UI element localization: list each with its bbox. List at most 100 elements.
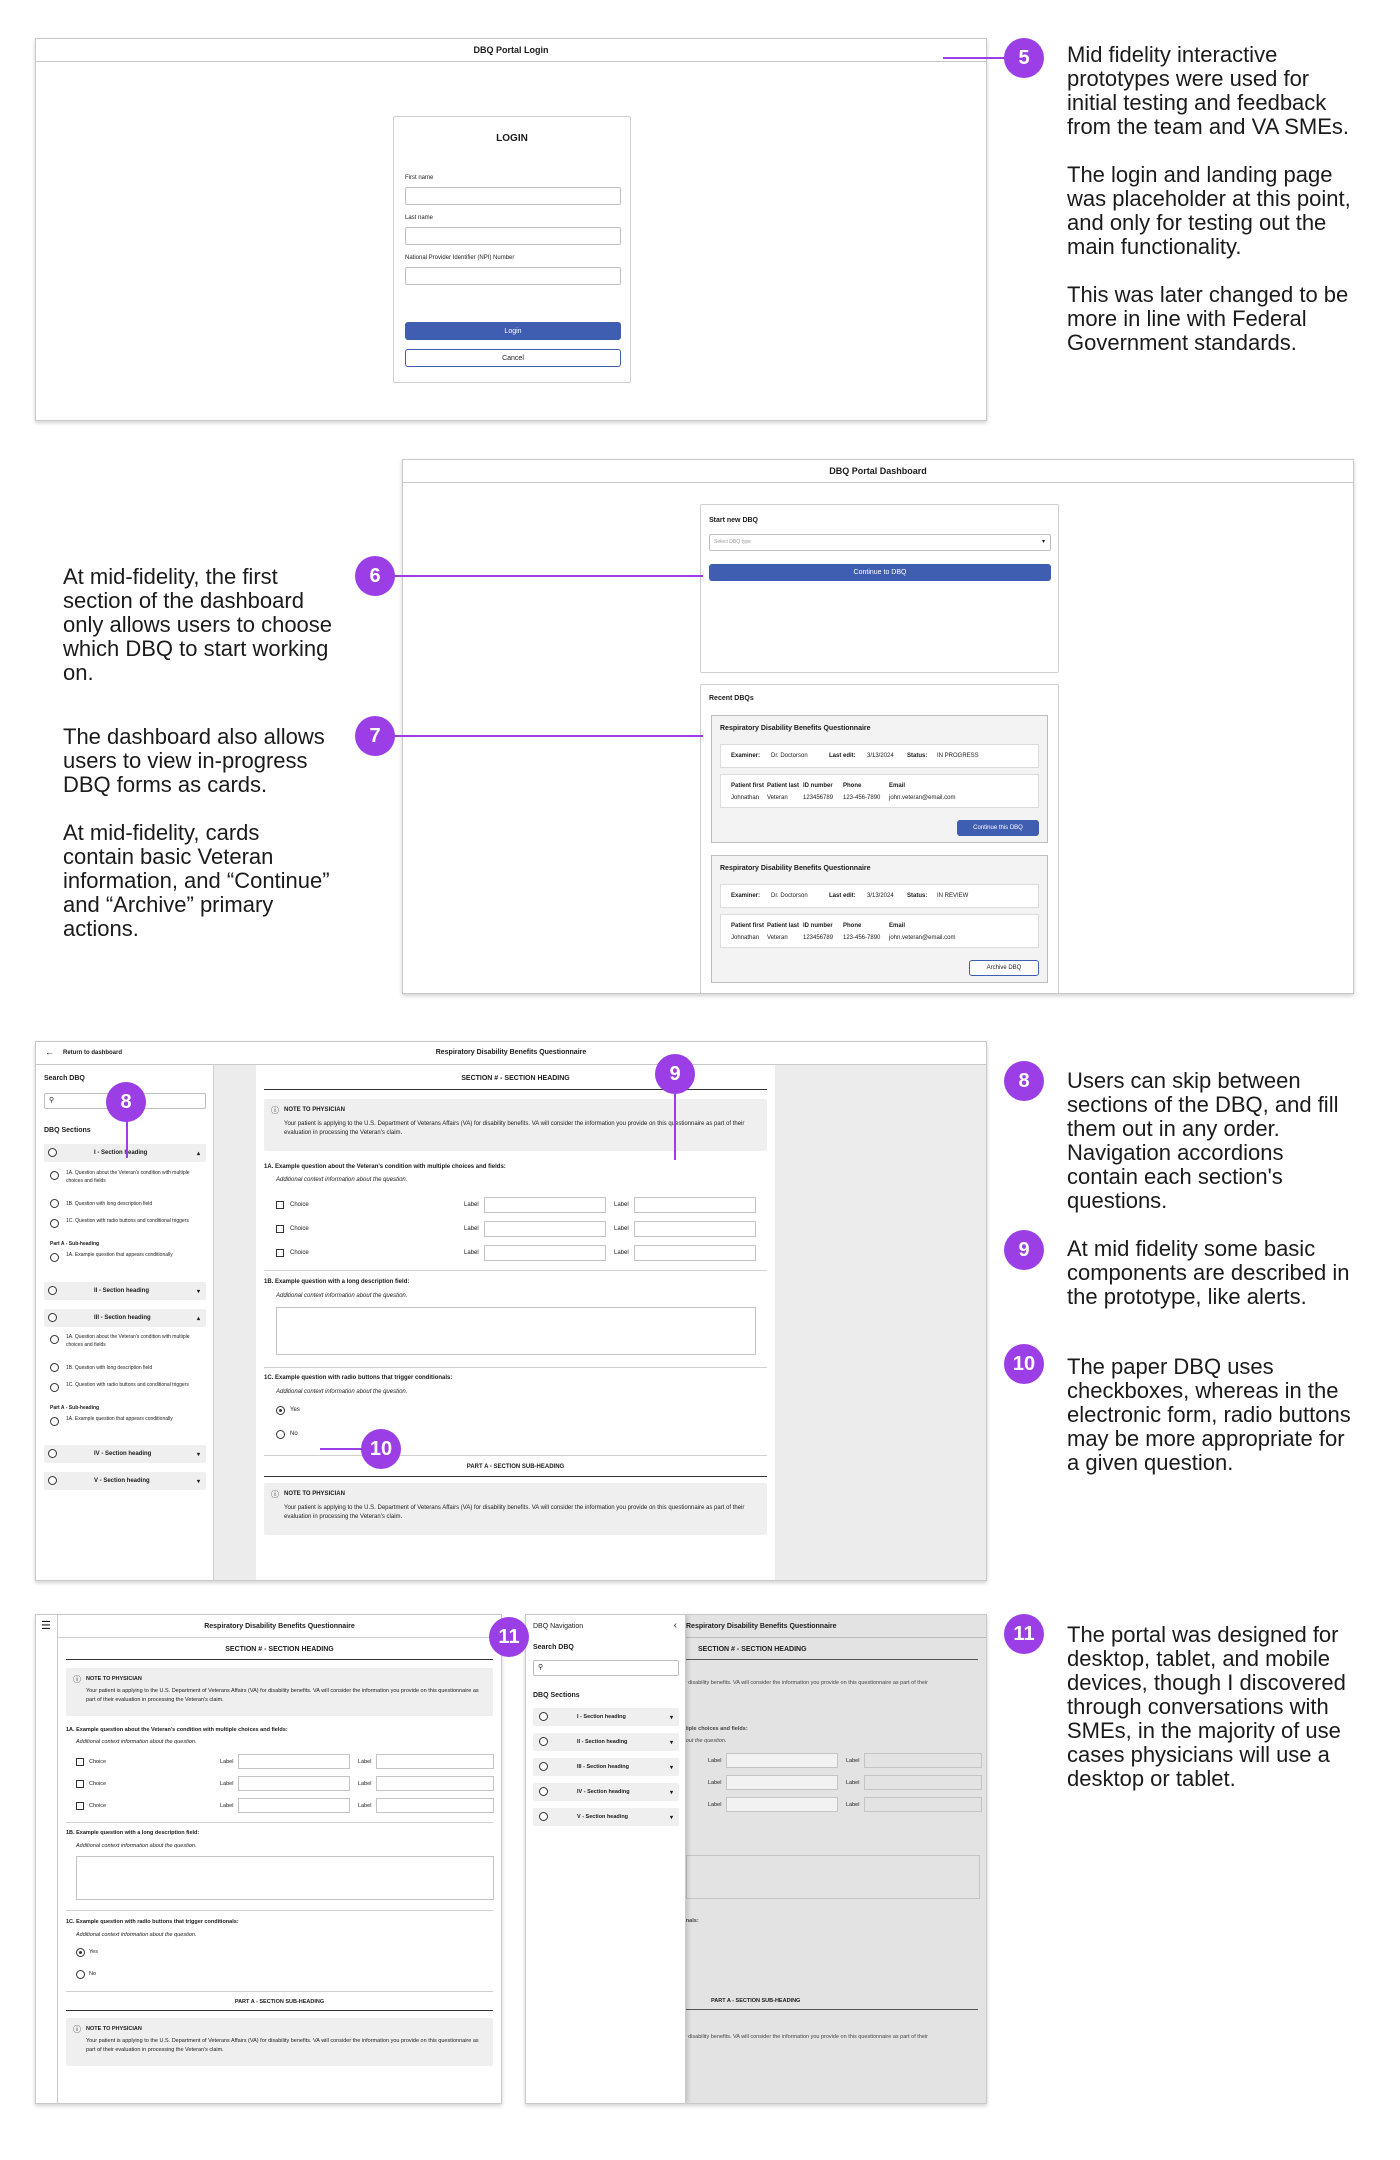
search-dbq-label: Search DBQ xyxy=(44,1075,85,1082)
section-radio xyxy=(539,1712,548,1721)
divider xyxy=(264,1367,767,1368)
archive-dbq-button[interactable]: Archive DBQ xyxy=(969,960,1039,976)
text-field[interactable] xyxy=(634,1197,756,1213)
no-radio[interactable] xyxy=(276,1430,285,1439)
text-field[interactable] xyxy=(726,1753,838,1768)
long-description-field[interactable] xyxy=(276,1307,756,1355)
section-accordion-2[interactable]: II - Section heading ▾ xyxy=(44,1282,206,1300)
sub-item[interactable]: 1B. Question with long description field xyxy=(66,1200,206,1209)
login-button[interactable]: Login xyxy=(405,322,621,340)
text-field[interactable] xyxy=(864,1753,982,1768)
item-radio[interactable] xyxy=(50,1335,59,1344)
text-field[interactable] xyxy=(238,1798,350,1813)
text-field[interactable] xyxy=(726,1775,838,1790)
long-description-field[interactable] xyxy=(686,1855,980,1899)
section-heading: SECTION # - SECTION HEADING xyxy=(225,1646,334,1653)
choice-label: Choice xyxy=(89,1759,107,1765)
item-radio[interactable] xyxy=(50,1171,59,1180)
choice-checkbox[interactable] xyxy=(276,1249,284,1257)
text-field[interactable] xyxy=(238,1754,350,1769)
yes-label: Yes xyxy=(89,1949,98,1955)
continue-this-dbq-button[interactable]: Continue this DBQ xyxy=(957,820,1039,836)
choice-checkbox[interactable] xyxy=(276,1225,284,1233)
last-name-field[interactable] xyxy=(405,227,621,245)
item-radio[interactable] xyxy=(50,1363,59,1372)
field-label: Label xyxy=(464,1202,479,1208)
choice-checkbox[interactable] xyxy=(276,1201,284,1209)
divider xyxy=(686,1659,978,1660)
sub-item[interactable]: 1A. Example question that appears condit… xyxy=(66,1415,206,1423)
sub-item[interactable]: 1A. Question about the Veteran's conditi… xyxy=(66,1169,206,1185)
text-field[interactable] xyxy=(484,1221,606,1237)
section-accordion-4[interactable]: IV - Section heading ▾ xyxy=(533,1783,679,1801)
text-field[interactable] xyxy=(634,1245,756,1261)
section-accordion-1[interactable]: I - Section heading ▴ xyxy=(44,1144,206,1162)
item-radio[interactable] xyxy=(50,1199,59,1208)
field-label: Label xyxy=(614,1202,629,1208)
npi-field[interactable] xyxy=(405,267,621,285)
dbq-type-select[interactable]: Select DBQ type ▾ xyxy=(709,534,1051,551)
section-accordion-5[interactable]: V - Section heading ▾ xyxy=(44,1472,206,1490)
sub-item[interactable]: 1C. Question with radio buttons and cond… xyxy=(66,1381,206,1389)
yes-radio[interactable] xyxy=(276,1406,285,1415)
annotation-5-p1: Mid fidelity interactive prototypes were… xyxy=(1067,42,1350,139)
cancel-button[interactable]: Cancel xyxy=(405,349,621,367)
section-accordion-5[interactable]: V - Section heading ▾ xyxy=(533,1808,679,1826)
divider xyxy=(264,1455,767,1456)
section-subheading: PART A - SECTION SUB-HEADING xyxy=(466,1464,565,1470)
cell: 123-456-7890 xyxy=(843,935,881,941)
chevron-down-icon: ▾ xyxy=(669,1814,673,1821)
text-field[interactable] xyxy=(238,1776,350,1791)
choice-checkbox[interactable] xyxy=(76,1780,84,1788)
start-dbq-card: Start new DBQ Select DBQ type ▾ Continue… xyxy=(700,504,1059,673)
item-radio[interactable] xyxy=(50,1417,59,1426)
annotation-7: The dashboard also allows users to view … xyxy=(63,725,333,965)
first-name-field[interactable] xyxy=(405,187,621,205)
text-field[interactable] xyxy=(376,1798,494,1813)
no-radio[interactable] xyxy=(76,1970,85,1979)
long-description-field[interactable] xyxy=(76,1856,494,1900)
text-field[interactable] xyxy=(864,1797,982,1812)
login-window: DBQ Portal Login LOGIN First name Last n… xyxy=(35,38,987,421)
col-header: Email xyxy=(889,923,906,929)
dashboard-window-title: DBQ Portal Dashboard xyxy=(403,460,1353,483)
text-field[interactable] xyxy=(484,1245,606,1261)
dbq-type-placeholder: Select DBQ type xyxy=(714,539,751,545)
no-label: No xyxy=(290,1431,298,1437)
yes-label: Yes xyxy=(290,1407,300,1413)
chevron-left-icon[interactable]: ‹ xyxy=(674,1620,677,1631)
text-field[interactable] xyxy=(376,1776,494,1791)
search-input[interactable]: ⚲ xyxy=(533,1660,679,1676)
section-accordion-3[interactable]: III - Section heading ▴ xyxy=(44,1309,206,1327)
text-field[interactable] xyxy=(484,1197,606,1213)
sub-item[interactable]: 1C. Question with radio buttons and cond… xyxy=(66,1217,206,1225)
sub-item[interactable]: 1B. Question with long description field xyxy=(66,1364,206,1373)
part-a-label: Part A - Sub-heading xyxy=(50,1405,100,1411)
choice-checkbox[interactable] xyxy=(76,1758,84,1766)
badge-9: 9 xyxy=(655,1054,695,1094)
text-field[interactable] xyxy=(634,1221,756,1237)
section-accordion-2[interactable]: II - Section heading ▾ xyxy=(533,1733,679,1751)
item-radio[interactable] xyxy=(50,1219,59,1228)
field-label: Label xyxy=(614,1226,629,1232)
sub-item[interactable]: 1A. Question about the Veteran's conditi… xyxy=(66,1333,206,1349)
section-accordion-1[interactable]: I - Section heading ▾ xyxy=(533,1708,679,1726)
hamburger-menu-icon[interactable]: ☰ xyxy=(41,1619,51,1632)
annotation-11: The portal was designed for desktop, tab… xyxy=(1067,1622,1346,1791)
divider xyxy=(264,1270,767,1271)
text-field[interactable] xyxy=(864,1775,982,1790)
choice-checkbox[interactable] xyxy=(76,1802,84,1810)
item-radio[interactable] xyxy=(50,1253,59,1262)
sub-item[interactable]: 1A. Example question that appears condit… xyxy=(66,1251,206,1259)
section-accordion-3[interactable]: III - Section heading ▾ xyxy=(533,1758,679,1776)
dbq-card-meta: Examiner: Dr. Doctorson Last edit: 3/13/… xyxy=(720,744,1039,768)
text-field[interactable] xyxy=(376,1754,494,1769)
continue-to-dbq-button[interactable]: Continue to DBQ xyxy=(709,564,1051,581)
item-radio[interactable] xyxy=(50,1383,59,1392)
last-name-label: Last name xyxy=(405,215,434,221)
text-field[interactable] xyxy=(726,1797,838,1812)
login-window-title: DBQ Portal Login xyxy=(36,39,986,62)
yes-radio[interactable] xyxy=(76,1948,85,1957)
recent-dbqs-heading: Recent DBQs xyxy=(709,695,754,702)
section-accordion-4[interactable]: IV - Section heading ▾ xyxy=(44,1445,206,1463)
